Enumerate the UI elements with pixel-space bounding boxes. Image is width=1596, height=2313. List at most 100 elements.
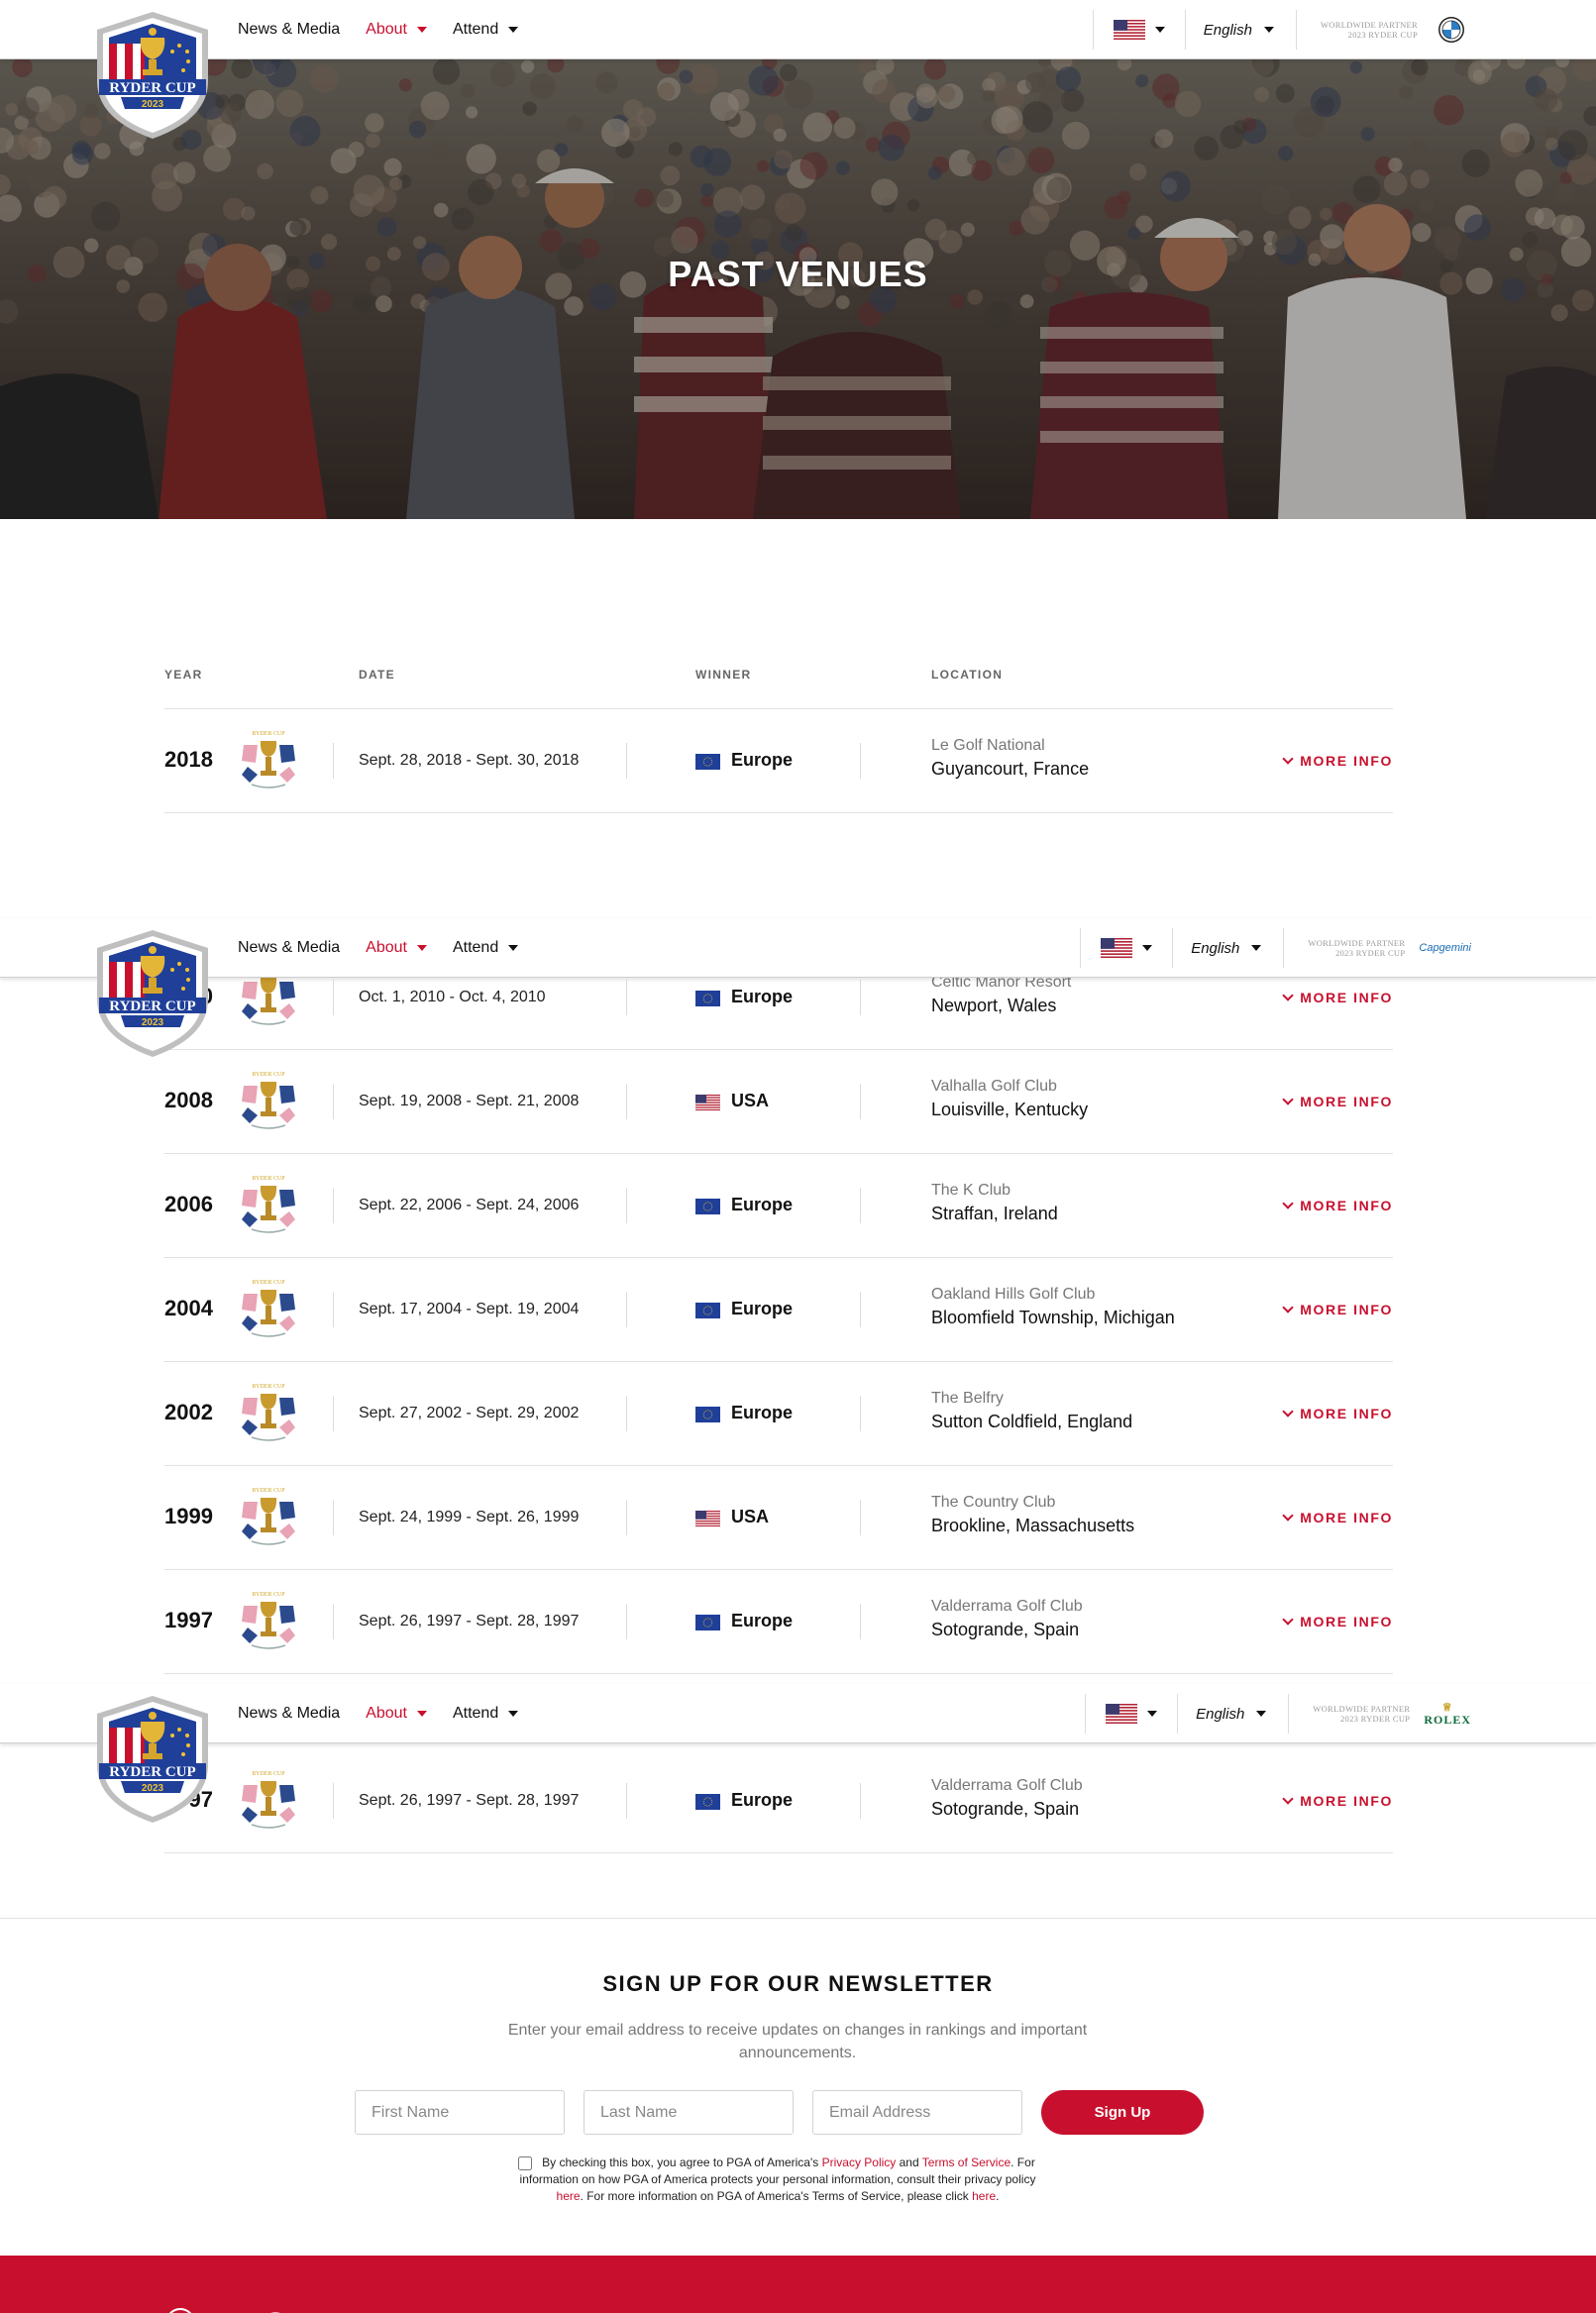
partner-badge[interactable]: Worldwide Partner 2023 Ryder Cup ♕ ROLEX	[1289, 1699, 1596, 1729]
more-info-button[interactable]: MORE INFO	[1282, 1613, 1393, 1630]
row-winner: Europe	[731, 750, 794, 770]
more-info-button[interactable]: MORE INFO	[1282, 1509, 1393, 1525]
svg-text:RYDER CUP: RYDER CUP	[252, 1488, 285, 1494]
chevron-down-icon	[1147, 1711, 1158, 1717]
capgemini-logo: Capgemini	[1419, 942, 1471, 954]
chevron-down-icon	[1282, 1405, 1294, 1418]
row-date: Sept. 27, 2002 - Sept. 29, 2002	[359, 1405, 580, 1421]
nav-item-attend[interactable]: Attend	[452, 21, 519, 39]
nav-item-about[interactable]: About	[366, 939, 427, 957]
nav-item-news-media[interactable]: News & Media	[238, 21, 340, 39]
divider	[860, 1604, 861, 1639]
more-info-button[interactable]: MORE INFO	[1282, 1405, 1393, 1421]
last-name-field[interactable]	[584, 2090, 794, 2135]
nav-item-label: Attend	[452, 21, 499, 38]
nav-item-label: Attend	[452, 1705, 499, 1722]
main-nav: News & Media About Attend	[238, 0, 519, 59]
ryder-cup-logo[interactable]: RYDER CUP 2023	[85, 1692, 220, 1827]
more-info-button[interactable]: MORE INFO	[1282, 752, 1393, 769]
row-club: Le Golf National	[931, 737, 1045, 754]
language-label: English	[1196, 1705, 1245, 1723]
table-row: 2018 RYDER CUP Sept. 28, 2018 - Sept. 30…	[164, 709, 1393, 813]
nav-item-about[interactable]: About	[366, 21, 427, 39]
sign-up-button[interactable]: Sign Up	[1041, 2090, 1204, 2135]
ryder-cup-logo[interactable]: RYDER CUP 2023	[85, 8, 220, 143]
chevron-down-icon	[1282, 1301, 1294, 1314]
chevron-down-icon	[416, 27, 427, 33]
row-winner: Europe	[731, 1299, 794, 1318]
col-header-year: YEAR	[164, 668, 203, 682]
more-info-button[interactable]: MORE INFO	[1282, 1792, 1393, 1809]
country-selector[interactable]	[1086, 1704, 1177, 1724]
partner-badge[interactable]: Worldwide Partner 2023 Ryder Cup	[1297, 15, 1596, 45]
table-row: 2004 RYDER CUP Sept. 17, 2004 - Sept. 19…	[164, 1258, 1393, 1362]
ryder-cup-emblem: RYDER CUP	[242, 1280, 295, 1337]
table-row: 2002 RYDER CUP Sept. 27, 2002 - Sept. 29…	[164, 1362, 1393, 1466]
svg-text:RYDER CUP: RYDER CUP	[109, 1764, 195, 1780]
nav-item-label: News & Media	[238, 939, 341, 956]
row-winner: Europe	[731, 987, 794, 1006]
divider	[860, 1396, 861, 1431]
row-city: Bloomfield Township, Michigan	[931, 1308, 1175, 1327]
row-winner: USA	[731, 1091, 770, 1110]
nav-item-attend[interactable]: Attend	[452, 1705, 519, 1723]
pga-logo[interactable]	[164, 2303, 323, 2313]
first-name-field[interactable]	[355, 2090, 565, 2135]
nav-item-label: About	[366, 1705, 407, 1722]
rolex-logo: ♕ ROLEX	[1424, 1702, 1471, 1727]
divider	[333, 743, 334, 779]
more-info-button[interactable]: MORE INFO	[1282, 1197, 1393, 1213]
ryder-cup-logo[interactable]: RYDER CUP 2023	[85, 926, 220, 1061]
row-city: Sotogrande, Spain	[931, 1799, 1080, 1819]
language-label: English	[1203, 21, 1252, 39]
privacy-policy-link[interactable]: Privacy Policy	[822, 2155, 897, 2169]
more-info-label: MORE INFO	[1300, 1198, 1393, 1213]
country-selector[interactable]	[1081, 938, 1172, 958]
nav-item-attend[interactable]: Attend	[453, 939, 519, 957]
divider	[626, 1604, 627, 1639]
us-flag-icon	[1106, 1704, 1138, 1724]
divider	[333, 1292, 334, 1327]
more-info-label: MORE INFO	[1300, 1614, 1393, 1630]
more-info-button[interactable]: MORE INFO	[1282, 989, 1393, 1005]
ryder-cup-emblem: RYDER CUP	[242, 1072, 295, 1129]
nav-item-about[interactable]: About	[366, 1705, 427, 1723]
nav-item-news-media[interactable]: News & Media	[238, 939, 340, 957]
privacy-here-link[interactable]: here	[557, 2189, 581, 2203]
divider	[860, 1500, 861, 1535]
email-field[interactable]	[812, 2090, 1022, 2135]
partner-badge[interactable]: Worldwide Partner 2023 Ryder Cup Capgemi…	[1284, 933, 1596, 963]
partner-text: Worldwide Partner 2023 Ryder Cup	[1308, 938, 1406, 958]
svg-text:RYDER CUP: RYDER CUP	[109, 80, 195, 96]
chevron-down-icon	[1154, 27, 1165, 33]
us-flag-icon	[695, 1095, 720, 1110]
nav-item-news-media[interactable]: News & Media	[238, 1705, 340, 1723]
divider	[860, 1084, 861, 1119]
terms-of-service-link[interactable]: Terms of Service	[922, 2155, 1011, 2169]
page-title: PAST VENUES	[668, 254, 928, 294]
row-club: The K Club	[931, 1182, 1011, 1199]
language-selector[interactable]: English	[1178, 1706, 1288, 1723]
eu-flag-icon	[695, 1407, 720, 1422]
more-info-button[interactable]: MORE INFO	[1282, 1093, 1393, 1109]
row-date: Sept. 24, 1999 - Sept. 26, 1999	[359, 1509, 580, 1525]
newsletter-description: Enter your email address to receive upda…	[507, 2022, 1088, 2061]
row-winner: Europe	[731, 1790, 794, 1810]
country-selector[interactable]	[1094, 20, 1185, 40]
nav-item-label: About	[366, 939, 407, 956]
svg-text:RYDER CUP: RYDER CUP	[252, 1592, 285, 1598]
eu-flag-icon	[695, 1199, 720, 1214]
terms-here-link[interactable]: here	[972, 2189, 996, 2203]
language-selector[interactable]: English	[1173, 940, 1283, 957]
chevron-down-icon	[1251, 945, 1262, 951]
divider	[626, 1188, 627, 1223]
more-info-button[interactable]: MORE INFO	[1282, 1301, 1393, 1317]
language-selector[interactable]: English	[1186, 22, 1296, 39]
more-info-label: MORE INFO	[1300, 753, 1393, 769]
more-info-label: MORE INFO	[1300, 1793, 1393, 1809]
table-row: 1999 RYDER CUP Sept. 24, 1999 - Sept. 26…	[164, 1466, 1393, 1570]
row-city: Newport, Wales	[931, 996, 1057, 1015]
svg-text:RYDER CUP: RYDER CUP	[109, 999, 195, 1014]
divider	[333, 1783, 334, 1819]
row-winner: USA	[731, 1507, 770, 1526]
